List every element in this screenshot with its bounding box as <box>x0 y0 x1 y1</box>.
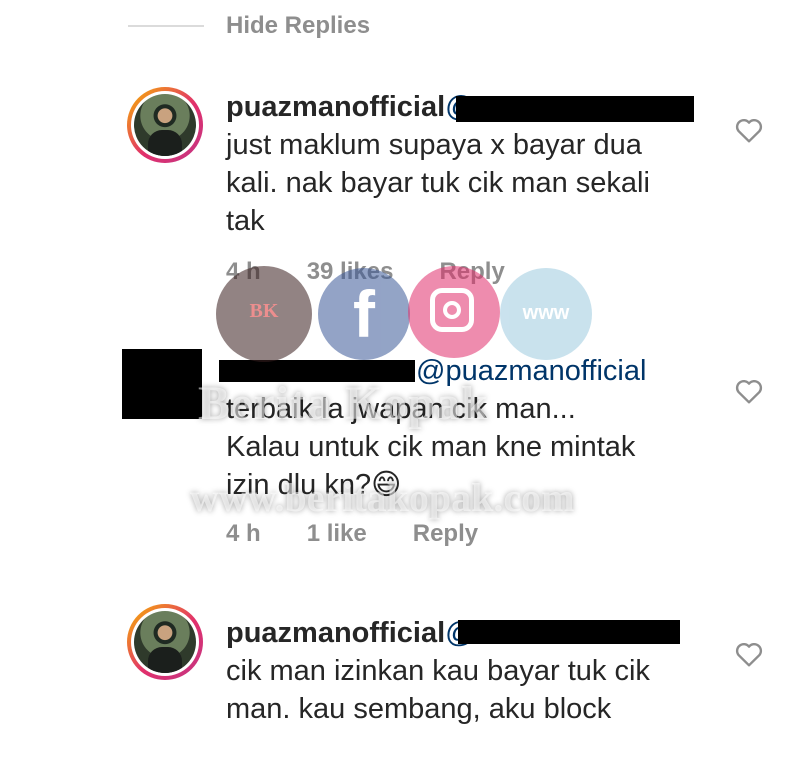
profile-photo <box>134 94 196 156</box>
likes-count[interactable]: 39 likes <box>307 258 394 286</box>
timestamp: 4 h <box>226 258 261 285</box>
avatar[interactable] <box>127 87 203 163</box>
comment-text-line: man. kau sembang, aku block <box>226 693 612 725</box>
comment-text-line: terbaik la jwapan cik man... <box>226 393 576 425</box>
like-heart-icon[interactable] <box>733 375 765 407</box>
likes-count[interactable]: 1 like <box>307 520 367 548</box>
comment-text-line: cik man izinkan kau bayar tuk cik <box>226 655 650 687</box>
redaction-box <box>458 620 680 644</box>
hide-replies-label: Hide Replies <box>226 12 371 39</box>
reply-button[interactable]: Reply <box>439 258 504 286</box>
comment-text-line: izin dlu kn?😄 <box>226 469 402 501</box>
like-heart-icon[interactable] <box>733 638 765 670</box>
like-heart-icon[interactable] <box>733 114 765 146</box>
redaction-box <box>219 360 415 382</box>
comment-text-line: Kalau untuk cik man kne mintak <box>226 431 636 463</box>
reply-button[interactable]: Reply <box>413 520 478 548</box>
comment-text-line: tak <box>226 205 265 237</box>
mention-link[interactable]: @puazmanofficial <box>416 355 646 387</box>
hide-replies-toggle[interactable]: Hide Replies <box>128 10 370 42</box>
comment-text-line: kali. nak bayar tuk cik man sekali <box>226 167 650 199</box>
comment-meta: 4 h 39 likes Reply <box>226 258 551 286</box>
username-link[interactable]: puazmanofficial <box>226 617 445 649</box>
redaction-box <box>456 96 694 122</box>
redacted-avatar <box>122 349 202 419</box>
avatar[interactable] <box>127 604 203 680</box>
comment-meta: 4 h 1 like Reply <box>226 520 524 548</box>
username-link[interactable]: puazmanofficial <box>226 91 445 123</box>
divider-line <box>128 25 204 27</box>
timestamp: 4 h <box>226 520 261 547</box>
comment-text-line: just maklum supaya x bayar dua <box>226 129 642 161</box>
profile-photo <box>134 611 196 673</box>
